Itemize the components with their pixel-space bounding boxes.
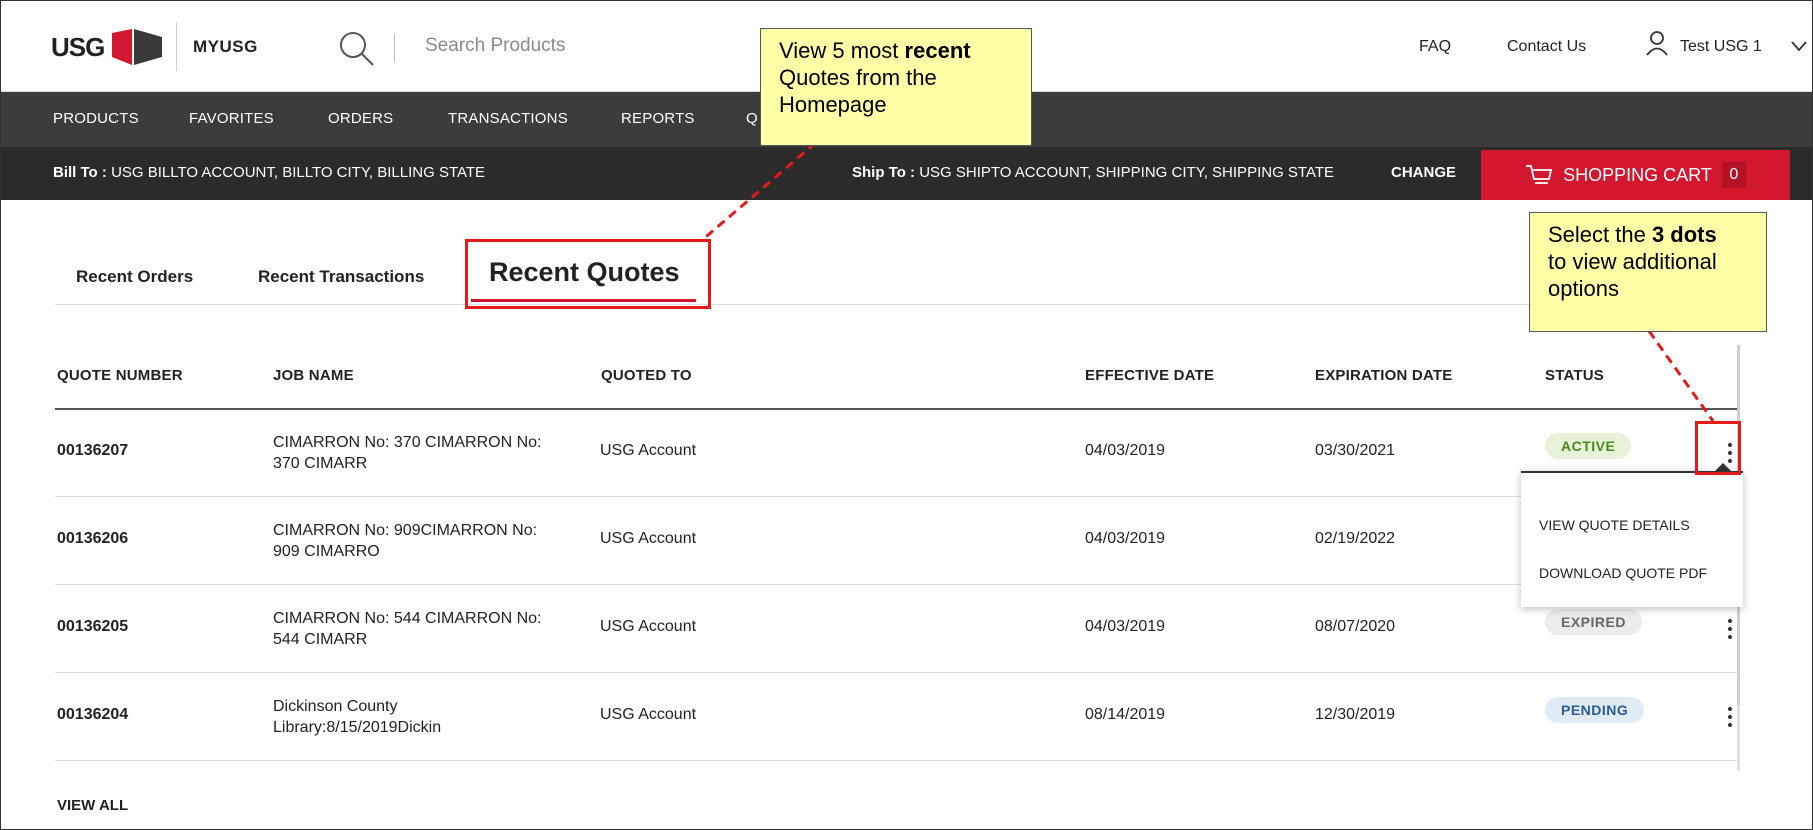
header-job-name[interactable]: JOB NAME: [273, 367, 354, 384]
change-link[interactable]: CHANGE: [1391, 164, 1456, 181]
status-badge-pending: PENDING: [1545, 697, 1645, 723]
table-row[interactable]: 00136204 Dickinson County Library:8/15/2…: [55, 673, 1740, 761]
logo-mark-icon: [112, 29, 163, 65]
callout-recent-quotes: View 5 most recent Quotes from the Homep…: [760, 28, 1032, 146]
header-quote-number[interactable]: QUOTE NUMBER: [57, 367, 183, 384]
effective-date: 04/03/2019: [1085, 442, 1166, 459]
view-all-link[interactable]: VIEW ALL: [57, 797, 128, 814]
tabs-divider: [55, 304, 1740, 305]
nav-reports[interactable]: REPORTS: [621, 110, 695, 127]
job-name-line: CIMARRON No: 370 CIMARRON No:: [273, 434, 542, 451]
nav-products[interactable]: PRODUCTS: [53, 110, 139, 127]
callout1-text: View 5 most: [779, 38, 905, 63]
expiration-date: 02/19/2022: [1315, 530, 1396, 547]
table-row[interactable]: 00136206 CIMARRON No: 909CIMARRON No: 90…: [55, 497, 1740, 585]
job-name-line: 544 CIMARR: [273, 631, 368, 648]
quoted-to: USG Account: [600, 530, 697, 547]
job-name-line: Library:8/15/2019Dickin: [273, 719, 442, 736]
table-row[interactable]: 00136207 CIMARRON No: 370 CIMARRON No: 3…: [55, 409, 1740, 497]
callout1-line2: Quotes from the: [779, 65, 937, 90]
faq-link[interactable]: FAQ: [1419, 38, 1451, 56]
shopping-cart-button[interactable]: SHOPPING CART 0: [1481, 150, 1790, 200]
callout-three-dots: Select the 3 dots to view additional opt…: [1529, 212, 1767, 332]
status-badge-active: ACTIVE: [1545, 433, 1632, 459]
quoted-to: USG Account: [600, 706, 697, 723]
job-name: Dickinson County Library:8/15/2019Dickin: [273, 696, 563, 738]
header-status[interactable]: STATUS: [1545, 367, 1604, 384]
logo-text: USG: [51, 31, 105, 62]
bill-to: Bill To : USG BILLTO ACCOUNT, BILLTO CIT…: [53, 164, 485, 181]
cart-count: 0: [1721, 162, 1746, 188]
quote-number[interactable]: 00136205: [57, 618, 128, 636]
effective-date: 04/03/2019: [1085, 530, 1166, 547]
user-name[interactable]: Test USG 1: [1680, 38, 1762, 56]
tab-recent-transactions[interactable]: Recent Transactions: [258, 267, 424, 287]
quote-options-menu: VIEW QUOTE DETAILS DOWNLOAD QUOTE PDF: [1521, 471, 1743, 607]
search-divider: [394, 34, 395, 62]
view-quote-details-option[interactable]: VIEW QUOTE DETAILS: [1539, 517, 1690, 533]
header-expiration-date[interactable]: EXPIRATION DATE: [1315, 367, 1452, 384]
quoted-to: USG Account: [600, 442, 697, 459]
callout2-line2: to view additional: [1548, 249, 1717, 274]
search-icon[interactable]: [337, 29, 377, 69]
callout1-bold: recent: [904, 38, 971, 63]
expiration-date: 08/07/2020: [1315, 618, 1396, 635]
expiration-date: 03/30/2021: [1315, 442, 1396, 459]
ship-to-value: USG SHIPTO ACCOUNT, SHIPPING CITY, SHIPP…: [919, 164, 1335, 181]
job-name: CIMARRON No: 544 CIMARRON No: 544 CIMARR: [273, 608, 563, 650]
more-options-icon[interactable]: [1715, 699, 1745, 735]
user-icon[interactable]: [1646, 30, 1668, 56]
nav-transactions[interactable]: TRANSACTIONS: [448, 110, 568, 127]
job-name-line: 909 CIMARRO: [273, 543, 380, 560]
chevron-down-icon[interactable]: [1791, 39, 1807, 53]
job-name-line: Dickinson County: [273, 698, 398, 715]
quote-number[interactable]: 00136206: [57, 530, 128, 548]
quoted-to: USG Account: [600, 618, 697, 635]
callout2-text: Select the: [1548, 222, 1652, 247]
app-name[interactable]: MYUSG: [193, 37, 258, 57]
bill-to-label: Bill To :: [53, 164, 107, 181]
quote-number[interactable]: 00136207: [57, 442, 128, 460]
highlight-three-dots: [1695, 421, 1741, 475]
job-name: CIMARRON No: 909CIMARRON No: 909 CIMARRO: [273, 520, 563, 562]
status-badge-expired: EXPIRED: [1545, 609, 1642, 635]
cart-label: SHOPPING CART: [1563, 164, 1712, 185]
logo-divider: [176, 23, 177, 71]
bill-to-value: USG BILLTO ACCOUNT, BILLTO CITY, BILLING…: [111, 164, 486, 181]
nav-favorites[interactable]: FAVORITES: [189, 110, 274, 127]
search-input[interactable]: [425, 31, 725, 61]
header-effective-date[interactable]: EFFECTIVE DATE: [1085, 367, 1214, 384]
contact-us-link[interactable]: Contact Us: [1507, 38, 1586, 56]
table-row[interactable]: 00136205 CIMARRON No: 544 CIMARRON No: 5…: [55, 585, 1740, 673]
callout2-bold: 3 dots: [1651, 222, 1717, 247]
usg-logo[interactable]: USG: [51, 23, 164, 71]
callout1-line3: Homepage: [779, 92, 887, 117]
ship-to: Ship To : USG SHIPTO ACCOUNT, SHIPPING C…: [852, 164, 1334, 181]
job-name-line: CIMARRON No: 544 CIMARRON No:: [273, 610, 542, 627]
header-quoted-to[interactable]: QUOTED TO: [601, 367, 692, 384]
highlight-recent-quotes-tab: [465, 239, 711, 309]
download-quote-pdf-option[interactable]: DOWNLOAD QUOTE PDF: [1539, 565, 1707, 581]
effective-date: 08/14/2019: [1085, 706, 1166, 723]
expiration-date: 12/30/2019: [1315, 706, 1396, 723]
callout2-line3: options: [1548, 276, 1619, 301]
tab-recent-orders[interactable]: Recent Orders: [76, 267, 193, 287]
ship-to-label: Ship To :: [852, 164, 916, 181]
cart-icon: [1526, 165, 1553, 184]
quote-number[interactable]: 00136204: [57, 706, 128, 724]
job-name-line: CIMARRON No: 909CIMARRON No:: [273, 522, 538, 539]
more-options-icon[interactable]: [1715, 611, 1745, 647]
page-frame: USG MYUSG FAQ Contact Us Test USG 1 PROD…: [0, 0, 1813, 830]
nav-orders[interactable]: ORDERS: [328, 110, 393, 127]
effective-date: 04/03/2019: [1085, 618, 1166, 635]
job-name-line: 370 CIMARR: [273, 455, 368, 472]
job-name: CIMARRON No: 370 CIMARRON No: 370 CIMARR: [273, 432, 563, 474]
nav-quotes[interactable]: Q: [746, 110, 758, 127]
